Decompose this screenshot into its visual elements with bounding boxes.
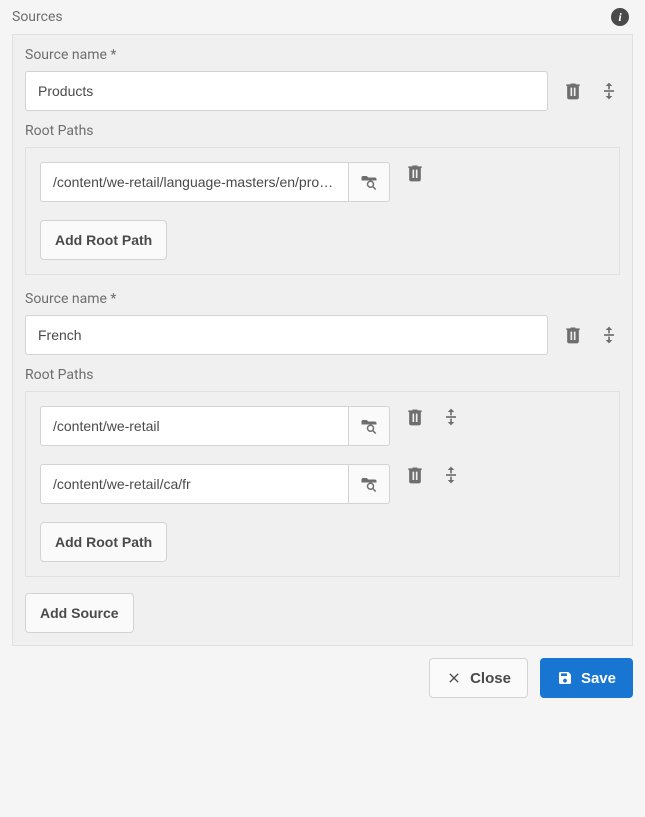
save-icon — [557, 670, 573, 686]
info-icon[interactable]: i — [611, 8, 629, 26]
delete-path-button[interactable] — [404, 162, 426, 184]
reorder-source-button[interactable] — [598, 324, 620, 346]
root-path-input[interactable] — [40, 406, 348, 446]
close-button[interactable]: Close — [429, 658, 528, 698]
save-button[interactable]: Save — [540, 658, 633, 698]
source-block: Source name * Root Paths — [25, 291, 620, 577]
root-paths-container: Add Root Path — [25, 391, 620, 577]
root-path-row — [40, 162, 605, 202]
panel-title: Sources — [12, 9, 63, 25]
close-label: Close — [470, 670, 511, 687]
delete-path-button[interactable] — [404, 464, 426, 486]
root-path-row — [40, 464, 605, 504]
reorder-path-button[interactable] — [440, 406, 462, 428]
close-icon — [446, 670, 462, 686]
source-name-input[interactable] — [25, 315, 548, 355]
reorder-source-button[interactable] — [598, 80, 620, 102]
delete-source-button[interactable] — [562, 324, 584, 346]
root-paths-container: Add Root Path — [25, 147, 620, 275]
delete-path-button[interactable] — [404, 406, 426, 428]
root-paths-label: Root Paths — [25, 367, 620, 383]
add-source-button[interactable]: Add Source — [25, 593, 134, 633]
reorder-path-button[interactable] — [440, 464, 462, 486]
source-name-label: Source name * — [25, 47, 620, 63]
root-paths-label: Root Paths — [25, 123, 620, 139]
source-name-input[interactable] — [25, 71, 548, 111]
root-path-row — [40, 406, 605, 446]
source-name-label: Source name * — [25, 291, 620, 307]
source-block: Source name * Root Paths Add Root Path — [25, 47, 620, 275]
browse-path-button[interactable] — [348, 406, 390, 446]
add-root-path-button[interactable]: Add Root Path — [40, 220, 167, 260]
browse-path-button[interactable] — [348, 464, 390, 504]
dialog-footer: Close Save — [12, 646, 633, 698]
delete-source-button[interactable] — [562, 80, 584, 102]
save-label: Save — [581, 670, 616, 687]
root-path-input[interactable] — [40, 464, 348, 504]
root-path-input[interactable] — [40, 162, 348, 202]
sources-container: Source name * Root Paths Add Root Path S… — [12, 34, 633, 646]
add-root-path-button[interactable]: Add Root Path — [40, 522, 167, 562]
browse-path-button[interactable] — [348, 162, 390, 202]
